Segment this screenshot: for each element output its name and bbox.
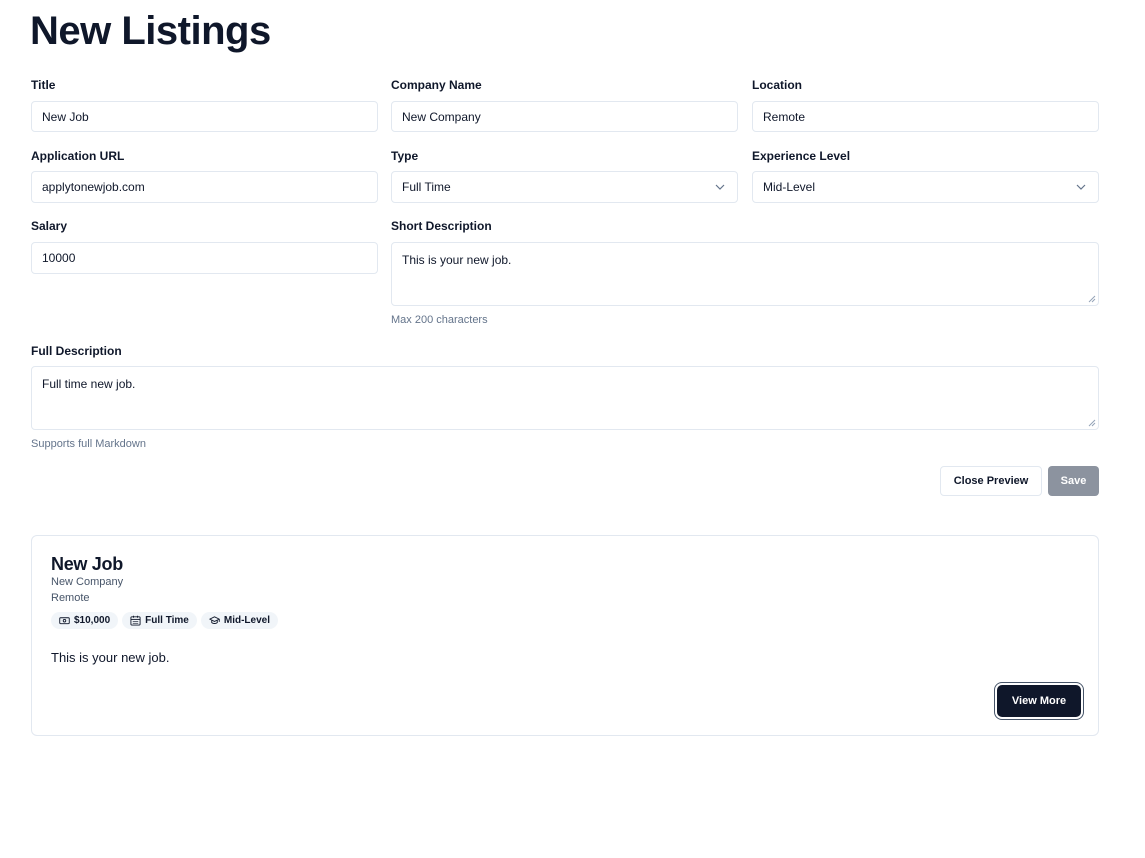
- short-description-label: Short Description: [391, 219, 492, 233]
- experience-level-label: Experience Level: [752, 149, 851, 163]
- experience-level-select[interactable]: Mid-Level: [752, 171, 1099, 203]
- type-badge: Full Time: [122, 612, 197, 629]
- short-description-hint: Max 200 characters: [391, 314, 488, 326]
- experience-level-value: Mid-Level: [763, 180, 816, 194]
- job-preview-card: New Job New Company Remote $10,000 Full …: [31, 535, 1099, 736]
- location-label: Location: [752, 78, 802, 92]
- type-select[interactable]: Full Time: [391, 171, 738, 203]
- short-description-value: This is your new job.: [402, 253, 512, 267]
- view-more-button[interactable]: View More: [997, 685, 1081, 717]
- title-value: New Job: [42, 109, 89, 124]
- company-name-input[interactable]: New Company: [391, 101, 738, 132]
- chevron-down-icon: [1076, 184, 1086, 190]
- full-description-textarea[interactable]: Full time new job.: [31, 366, 1099, 430]
- location-value: Remote: [763, 109, 806, 124]
- preview-badges: $10,000 Full Time Mid-Level: [51, 612, 278, 629]
- experience-badge-label: Mid-Level: [223, 615, 270, 626]
- preview-description: This is your new job.: [51, 650, 170, 665]
- type-label: Type: [391, 149, 419, 163]
- full-description-value: Full time new job.: [42, 377, 136, 391]
- chevron-down-icon: [715, 184, 725, 190]
- banknote-icon: [59, 617, 70, 625]
- experience-badge: Mid-Level: [200, 612, 278, 629]
- type-badge-label: Full Time: [145, 615, 189, 626]
- location-input[interactable]: Remote: [752, 101, 1099, 132]
- salary-badge-label: $10,000: [74, 615, 111, 626]
- salary-badge: $10,000: [51, 612, 119, 629]
- application-url-value: applytonewjob.com: [42, 180, 145, 194]
- salary-label: Salary: [31, 219, 68, 233]
- type-value: Full Time: [402, 180, 451, 194]
- salary-value: 10000: [42, 251, 76, 265]
- resize-handle-icon[interactable]: [1088, 295, 1096, 303]
- save-button[interactable]: Save: [1048, 466, 1099, 496]
- company-name-label: Company Name: [391, 78, 482, 92]
- graduation-cap-icon: [209, 616, 220, 624]
- preview-company: New Company: [51, 576, 124, 588]
- resize-handle-icon[interactable]: [1088, 419, 1096, 427]
- page-title: New Listings: [30, 9, 271, 53]
- short-description-textarea[interactable]: This is your new job.: [391, 242, 1099, 306]
- calendar-icon: [130, 615, 141, 626]
- company-name-value: New Company: [402, 109, 481, 124]
- preview-job-title: New Job: [51, 554, 123, 574]
- salary-input[interactable]: 10000: [31, 242, 378, 274]
- title-label: Title: [31, 78, 56, 92]
- application-url-input[interactable]: applytonewjob.com: [31, 171, 378, 203]
- preview-location: Remote: [51, 592, 90, 604]
- application-url-label: Application URL: [31, 149, 125, 163]
- close-preview-button[interactable]: Close Preview: [940, 466, 1042, 496]
- full-description-hint: Supports full Markdown: [31, 438, 146, 450]
- title-input[interactable]: New Job: [31, 101, 378, 132]
- full-description-label: Full Description: [31, 344, 122, 358]
